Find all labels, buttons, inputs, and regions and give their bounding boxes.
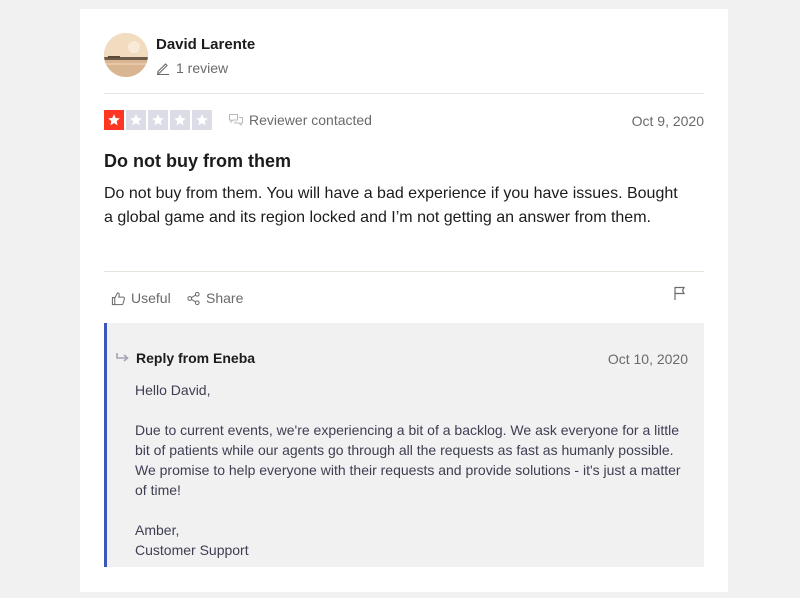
avatar[interactable] <box>104 33 148 77</box>
review-body: Do not buy from them. You will have a ba… <box>104 185 678 226</box>
thumbs-up-icon <box>111 291 125 305</box>
divider <box>104 93 704 94</box>
share-icon <box>187 291 200 305</box>
reply-signoff-name: Amber, <box>135 522 180 538</box>
reply-date: Oct 10, 2020 <box>607 351 688 367</box>
share-label: Share <box>206 290 244 306</box>
reply-body: Hello David, Due to current events, we'r… <box>135 380 695 560</box>
reviewer-contacted-status: Reviewer contacted <box>228 112 372 128</box>
star-icon <box>148 110 168 130</box>
star-rating <box>104 110 212 130</box>
useful-button[interactable]: Useful <box>111 290 171 306</box>
divider <box>104 271 704 272</box>
reply-header: Reply from Eneba <box>116 350 255 366</box>
chat-icon <box>229 114 243 127</box>
review-card: David Larente 1 review Reviewer contacte… <box>80 9 728 592</box>
star-icon <box>104 110 124 130</box>
review-count-label: 1 review <box>176 60 229 76</box>
reply-message: Due to current events, we're experiencin… <box>135 422 681 498</box>
reply-arrow-icon <box>116 353 129 362</box>
flag-icon[interactable] <box>672 285 688 301</box>
reply-greeting: Hello David, <box>135 382 211 398</box>
reply-header-label: Reply from Eneba <box>136 350 256 366</box>
review-count: 1 review <box>156 60 228 76</box>
pen-icon <box>157 63 169 75</box>
reviewer-name[interactable]: David Larente <box>156 36 255 53</box>
star-icon <box>170 110 190 130</box>
share-button[interactable]: Share <box>186 290 243 306</box>
reply-signoff-title: Customer Support <box>135 542 249 558</box>
reviewer-contacted-label: Reviewer contacted <box>249 112 372 128</box>
review-date: Oct 9, 2020 <box>631 113 704 129</box>
review-title[interactable]: Do not buy from them <box>104 151 291 172</box>
star-icon <box>192 110 212 130</box>
company-reply: Reply from Eneba Oct 10, 2020 Hello Davi… <box>104 323 704 567</box>
useful-label: Useful <box>131 290 171 306</box>
star-icon <box>126 110 146 130</box>
reply-signoff: Amber, Customer Support <box>135 520 695 560</box>
